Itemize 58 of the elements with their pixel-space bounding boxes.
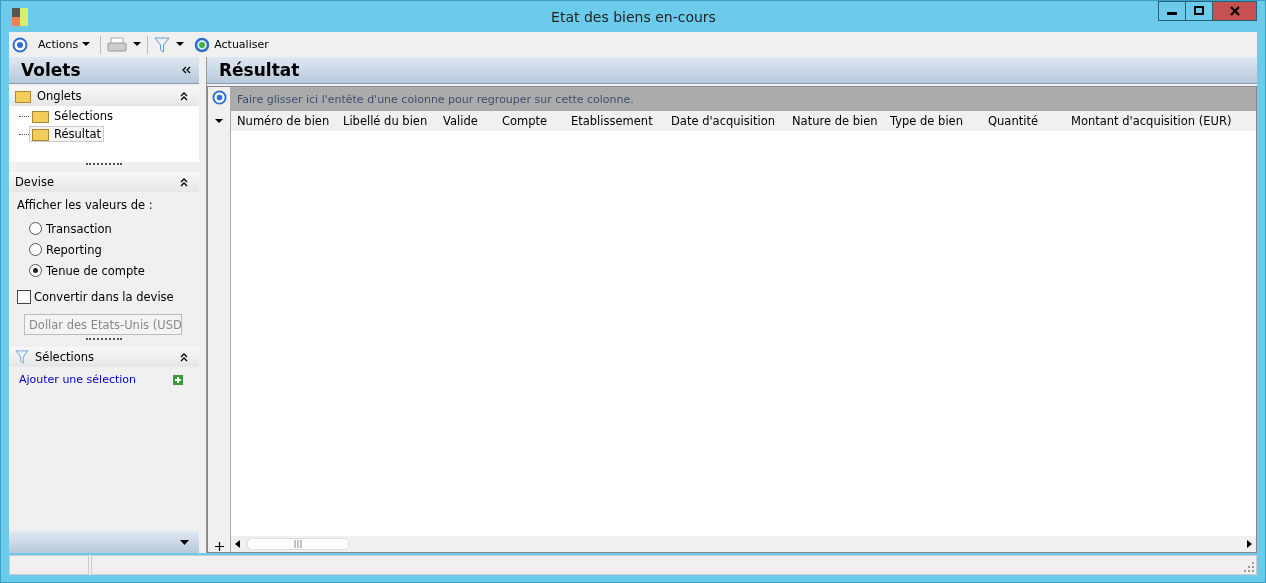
column-header[interactable]: Type de bien xyxy=(890,114,988,128)
caret-icon[interactable] xyxy=(215,119,223,124)
column-header[interactable]: Nature de bien xyxy=(792,114,890,128)
refresh-icon xyxy=(194,36,211,53)
radio-label[interactable]: Tenue de compte xyxy=(46,263,145,278)
resize-grip-icon[interactable] xyxy=(1244,562,1254,572)
panel-title: Volets xyxy=(21,60,81,80)
window-title: Etat des biens en-cours xyxy=(550,8,717,25)
radio-button[interactable] xyxy=(29,243,42,256)
folder-icon xyxy=(15,89,31,103)
group-hint: Faire glisser ici l'entête d'une colonne pour regrouper sur cette colonne. xyxy=(237,92,634,106)
checkbox-label[interactable]: Convertir dans la devise xyxy=(34,290,174,304)
filter-icon[interactable] xyxy=(154,36,171,53)
caret-icon[interactable] xyxy=(176,42,185,47)
minimize-button[interactable] xyxy=(1158,1,1186,21)
column-header[interactable]: Libellé du bien xyxy=(343,114,443,128)
add-icon[interactable] xyxy=(173,374,183,385)
plus-icon[interactable] xyxy=(214,542,224,551)
caret-icon xyxy=(82,42,91,47)
tree-item[interactable]: Sélections xyxy=(29,108,116,124)
refresh-button[interactable]: Actualiser xyxy=(190,36,273,53)
column-header[interactable]: Valide xyxy=(443,114,502,128)
actions-menu[interactable]: Actions xyxy=(34,38,95,51)
caret-icon[interactable] xyxy=(133,42,142,47)
maximize-button[interactable] xyxy=(1185,1,1213,21)
maximize-icon xyxy=(1193,6,1205,16)
column-header[interactable]: Montant d'acquisition (EUR) xyxy=(1071,114,1241,128)
section-title: Onglets xyxy=(37,89,82,103)
close-button[interactable] xyxy=(1212,1,1257,21)
radio-label[interactable]: Transaction xyxy=(46,221,112,236)
panel-title: Résultat xyxy=(219,60,300,80)
folder-icon xyxy=(32,127,50,141)
folder-icon xyxy=(32,109,50,123)
prompt-label: Afficher les valeurs de : xyxy=(17,198,154,212)
scroll-thumb[interactable] xyxy=(247,538,349,550)
app-icon xyxy=(12,7,28,26)
filter-icon xyxy=(15,350,29,364)
checkbox[interactable] xyxy=(17,290,31,304)
section-title: Sélections xyxy=(35,350,94,364)
section-title: Devise xyxy=(15,175,54,189)
close-icon xyxy=(1228,6,1241,16)
radio-button[interactable] xyxy=(29,222,42,235)
target-icon[interactable] xyxy=(211,90,227,105)
radio-button[interactable] xyxy=(29,264,42,277)
column-header[interactable]: Etablissement xyxy=(571,114,671,128)
radio-label[interactable]: Reporting xyxy=(46,242,102,257)
add-selection-link[interactable]: Ajouter une sélection xyxy=(19,373,137,386)
collapse-icon[interactable] xyxy=(179,91,189,101)
column-header[interactable]: Numéro de bien xyxy=(237,114,343,128)
column-header[interactable]: Date d'acquisition xyxy=(671,114,792,128)
column-header[interactable]: Quantité xyxy=(988,114,1071,128)
collapse-icon[interactable] xyxy=(179,352,189,362)
target-icon[interactable] xyxy=(12,36,28,53)
caret-icon[interactable] xyxy=(180,539,189,545)
tree-item[interactable]: Résultat xyxy=(29,126,105,142)
column-header[interactable]: Compte xyxy=(502,114,571,128)
collapse-icon[interactable] xyxy=(179,177,189,187)
collapse-icon[interactable] xyxy=(182,66,191,74)
